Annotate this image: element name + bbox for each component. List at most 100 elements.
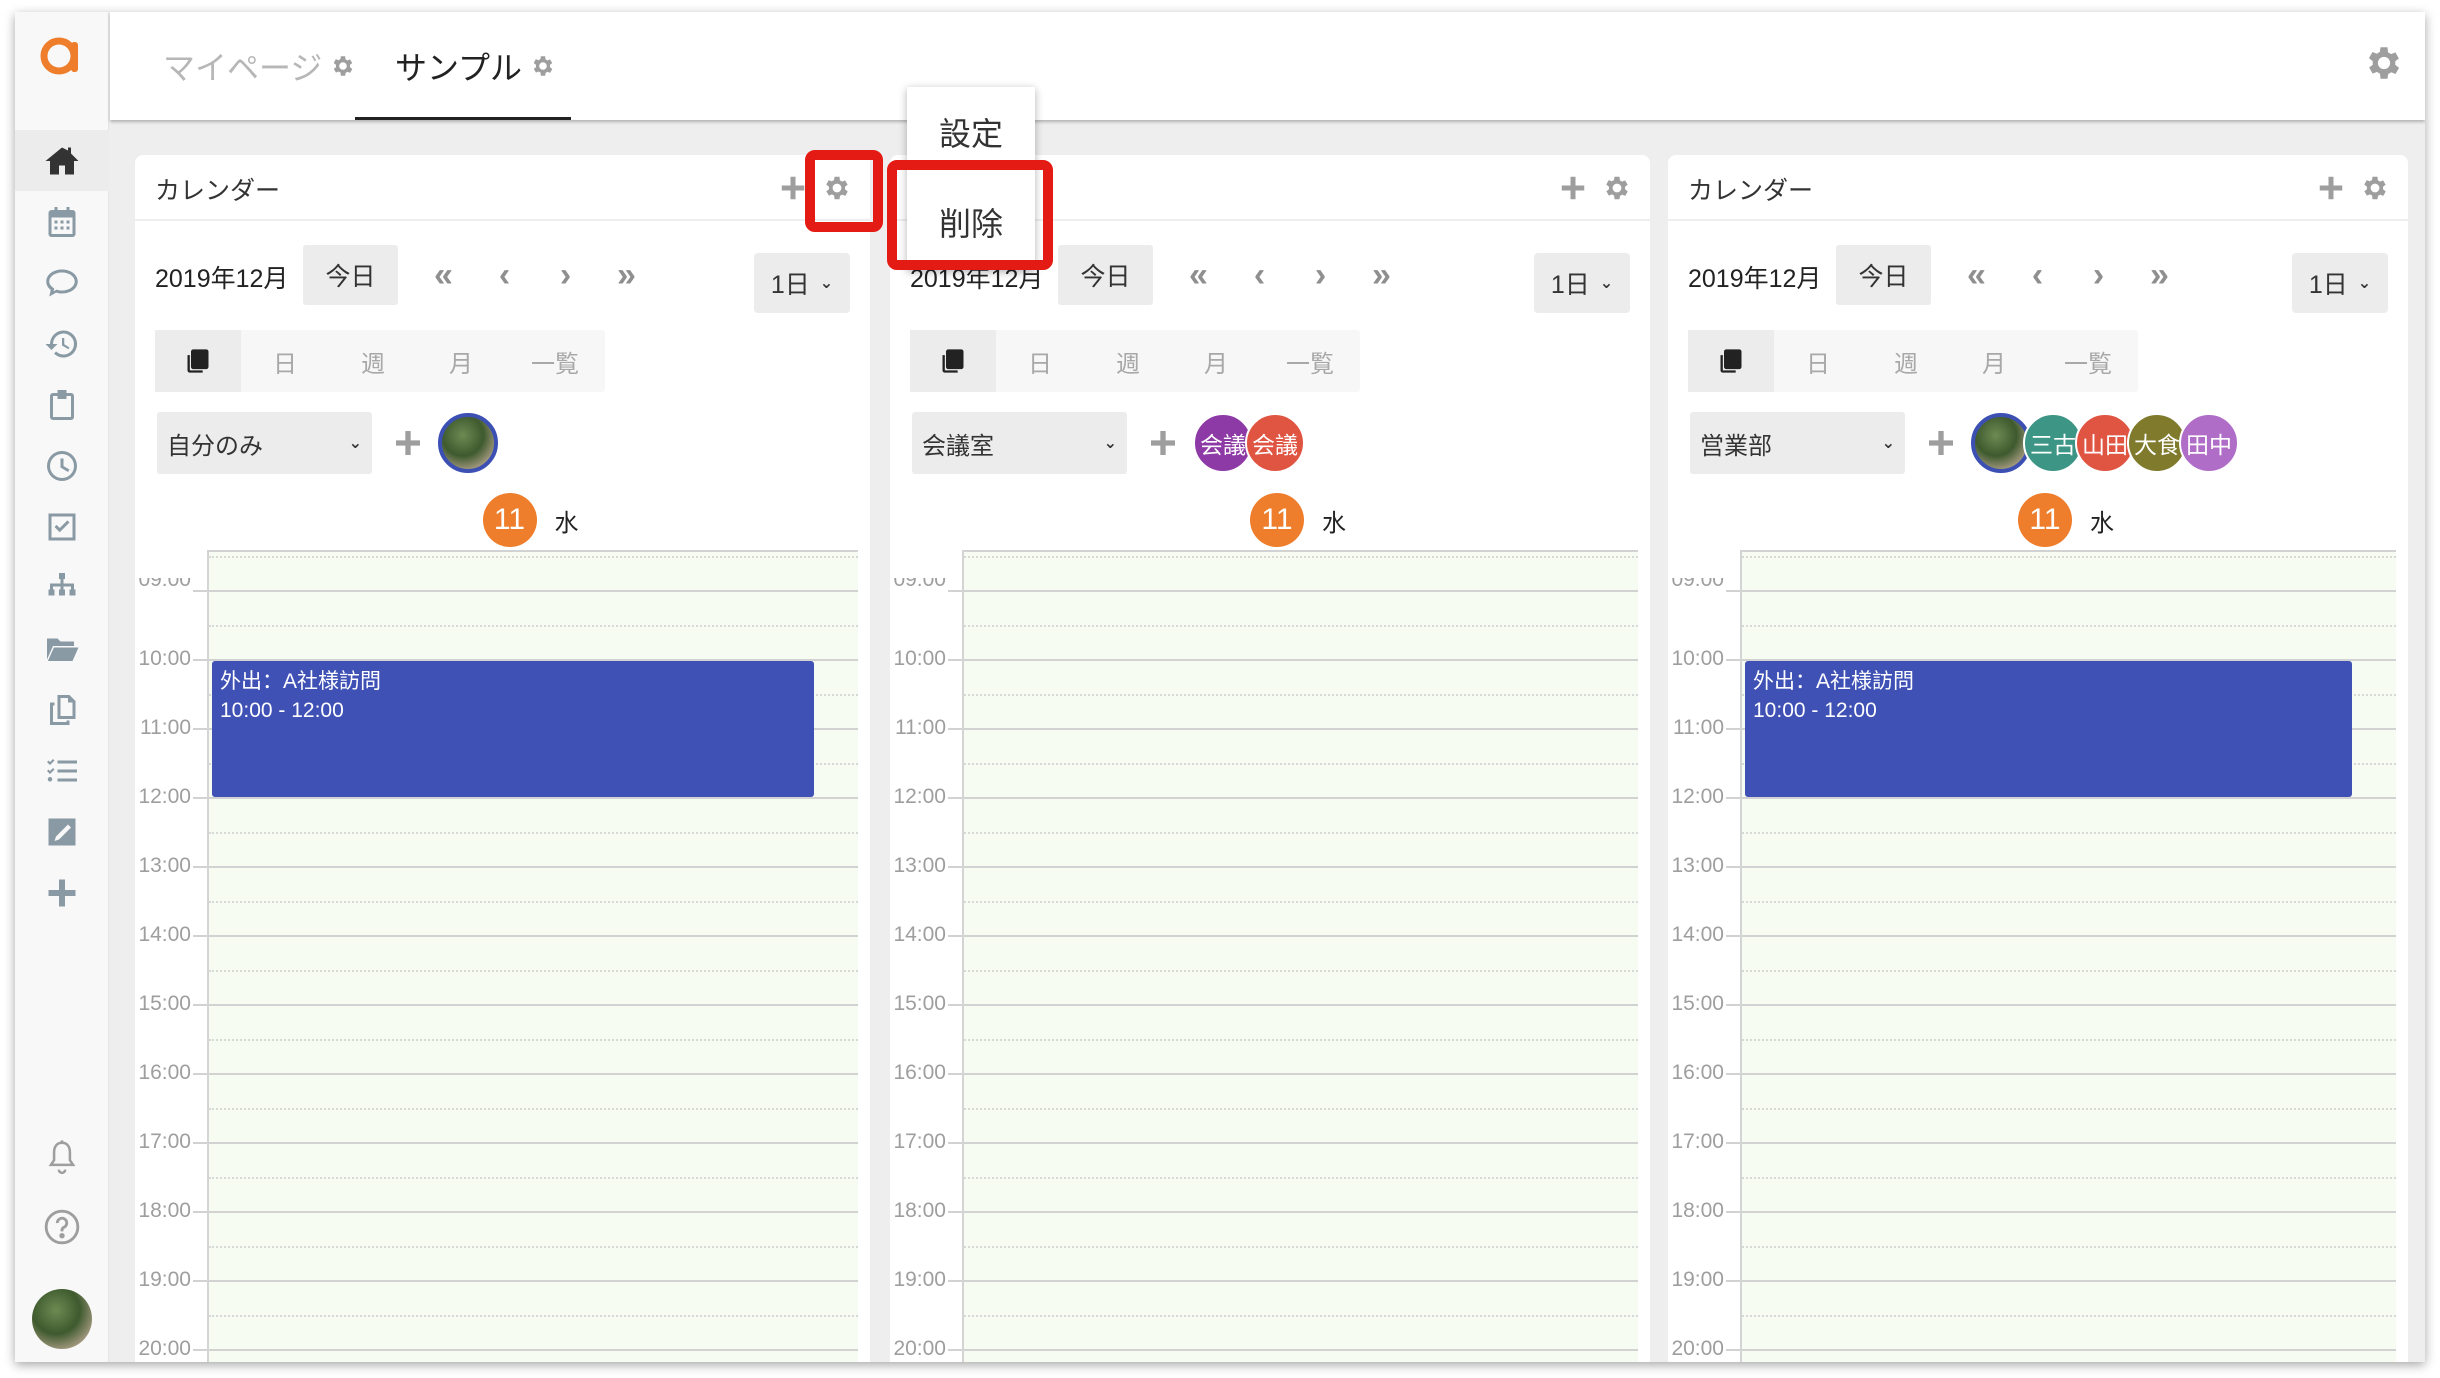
schedule-area[interactable] — [962, 550, 1638, 1362]
view-button-month[interactable]: 月 — [417, 330, 505, 392]
member-avatar[interactable]: 三古 — [2023, 413, 2083, 473]
prev-month-button[interactable]: « — [1946, 255, 2007, 295]
hour-line — [964, 1349, 1638, 1351]
time-grid: 外出：A社様訪問 10:00 - 12:00 09:00 10:00 11:00 12:… — [135, 550, 870, 1362]
today-button[interactable]: 今日 — [303, 245, 398, 305]
next-day-button[interactable]: › — [1290, 255, 1351, 295]
view-button-week[interactable]: 週 — [1862, 330, 1950, 392]
next-day-button[interactable]: › — [2068, 255, 2129, 295]
panel-settings-gear-icon[interactable] — [1602, 173, 1632, 203]
app-window: マイページ サンプル カレンダー 2019年12月 今日 « ‹ › » 1日 … — [15, 12, 2425, 1362]
user-menu-button[interactable] — [15, 1289, 109, 1349]
view-button-list[interactable]: 一覧 — [505, 330, 605, 392]
view-button-day[interactable]: 日 — [1774, 330, 1862, 392]
hour-tick — [1726, 590, 1740, 592]
day-number-badge[interactable]: 11 — [1250, 493, 1304, 547]
chevron-down-icon: ⌄ — [2357, 275, 2372, 292]
sidebar-item-clipboard[interactable] — [15, 374, 109, 435]
tab-mypage[interactable]: マイページ — [163, 12, 356, 120]
add-event-plus-icon[interactable] — [778, 173, 808, 203]
panel-settings-gear-icon[interactable] — [822, 173, 852, 203]
bell-icon — [48, 1140, 76, 1175]
tab-sample[interactable]: サンプル — [395, 12, 556, 120]
today-button[interactable]: 今日 — [1058, 245, 1153, 305]
add-event-plus-icon[interactable] — [2316, 173, 2346, 203]
next-month-button[interactable]: » — [2129, 255, 2190, 295]
hour-tick — [1726, 935, 1740, 937]
calendar-event[interactable]: 外出：A社様訪問 10:00 - 12:00 — [212, 661, 814, 797]
sidebar-item-organization[interactable] — [15, 557, 109, 618]
view-button-day[interactable]: 日 — [241, 330, 329, 392]
view-button-list[interactable]: 一覧 — [2038, 330, 2138, 392]
member-avatar-photo[interactable] — [1971, 413, 2031, 473]
view-button-group[interactable] — [1688, 330, 1774, 392]
member-avatar[interactable]: 田中 — [2179, 413, 2239, 473]
day-number-badge[interactable]: 11 — [482, 493, 537, 547]
sidebar-item-home[interactable] — [15, 130, 109, 191]
next-day-button[interactable]: › — [535, 255, 596, 295]
member-avatar[interactable]: 会議 — [1193, 413, 1253, 473]
sidebar-item-todo[interactable] — [15, 496, 109, 557]
prev-day-button[interactable]: ‹ — [1229, 255, 1290, 295]
hour-label: 16:00 — [893, 1061, 946, 1084]
day-number-badge[interactable]: 11 — [2018, 493, 2072, 547]
half-hour-line — [1742, 555, 2396, 558]
sidebar-item-history[interactable] — [15, 313, 109, 374]
schedule-area[interactable]: 外出：A社様訪問 10:00 - 12:00 — [207, 550, 858, 1362]
group-select[interactable]: 営業部 ⌄ — [1690, 412, 1905, 474]
range-select[interactable]: 1日 ⌄ — [754, 253, 850, 313]
sidebar-item-add[interactable] — [15, 862, 109, 923]
sidebar-item-files[interactable] — [15, 618, 109, 679]
panel-settings-gear-icon[interactable] — [2360, 173, 2390, 203]
view-button-week[interactable]: 週 — [329, 330, 417, 392]
add-member-plus-icon[interactable] — [392, 427, 424, 459]
prev-month-button[interactable]: « — [1168, 255, 1229, 295]
hour-label: 12:00 — [893, 785, 946, 808]
view-button-list[interactable]: 一覧 — [1260, 330, 1360, 392]
hour-line — [1742, 935, 2396, 937]
next-month-button[interactable]: » — [596, 255, 657, 295]
schedule-area[interactable]: 外出：A社様訪問 10:00 - 12:00 — [1740, 550, 2396, 1362]
view-button-day[interactable]: 日 — [996, 330, 1084, 392]
sidebar-item-report[interactable] — [15, 801, 109, 862]
sidebar-item-chat[interactable] — [15, 252, 109, 313]
prev-day-button[interactable]: ‹ — [474, 255, 535, 295]
notifications-button[interactable] — [15, 1138, 109, 1176]
member-avatar[interactable]: 大食 — [2127, 413, 2187, 473]
member-avatar[interactable]: 会議 — [1245, 413, 1305, 473]
next-month-button[interactable]: » — [1351, 255, 1412, 295]
sidebar-item-timecard[interactable] — [15, 435, 109, 496]
hour-label: 20:00 — [138, 1337, 191, 1360]
view-button-month[interactable]: 月 — [1950, 330, 2038, 392]
calendar-event[interactable]: 外出：A社様訪問 10:00 - 12:00 — [1745, 661, 2352, 797]
gear-icon[interactable] — [530, 53, 556, 79]
view-button-group[interactable] — [155, 330, 241, 392]
prev-month-button[interactable]: « — [413, 255, 474, 295]
view-button-week[interactable]: 週 — [1084, 330, 1172, 392]
view-button-group[interactable] — [910, 330, 996, 392]
view-switcher: 日 週 月 一覧 — [1688, 330, 2138, 392]
sidebar-item-checklist[interactable] — [15, 740, 109, 801]
app-logo-icon[interactable] — [37, 32, 85, 80]
group-select-value: 会議室 — [922, 432, 994, 460]
group-select[interactable]: 会議室 ⌄ — [912, 412, 1127, 474]
menu-item-settings[interactable]: 設定 — [907, 87, 1035, 177]
sidebar-item-calendar[interactable] — [15, 191, 109, 252]
range-select[interactable]: 1日 ⌄ — [1534, 253, 1630, 313]
menu-item-delete[interactable]: 削除 — [907, 177, 1035, 267]
member-avatar[interactable]: 山田 — [2075, 413, 2135, 473]
sidebar-item-documents[interactable] — [15, 679, 109, 740]
add-member-plus-icon[interactable] — [1925, 427, 1957, 459]
view-button-month[interactable]: 月 — [1172, 330, 1260, 392]
add-event-plus-icon[interactable] — [1558, 173, 1588, 203]
today-button[interactable]: 今日 — [1836, 245, 1931, 305]
prev-day-button[interactable]: ‹ — [2007, 255, 2068, 295]
help-button[interactable] — [15, 1208, 109, 1246]
gear-icon[interactable] — [330, 53, 356, 79]
range-select[interactable]: 1日 ⌄ — [2292, 253, 2388, 313]
add-member-plus-icon[interactable] — [1147, 427, 1179, 459]
page-settings-gear-icon[interactable] — [2363, 42, 2405, 84]
half-hour-line — [1742, 969, 2396, 972]
member-avatar-photo[interactable] — [438, 413, 498, 473]
group-select[interactable]: 自分のみ ⌄ — [157, 412, 372, 474]
